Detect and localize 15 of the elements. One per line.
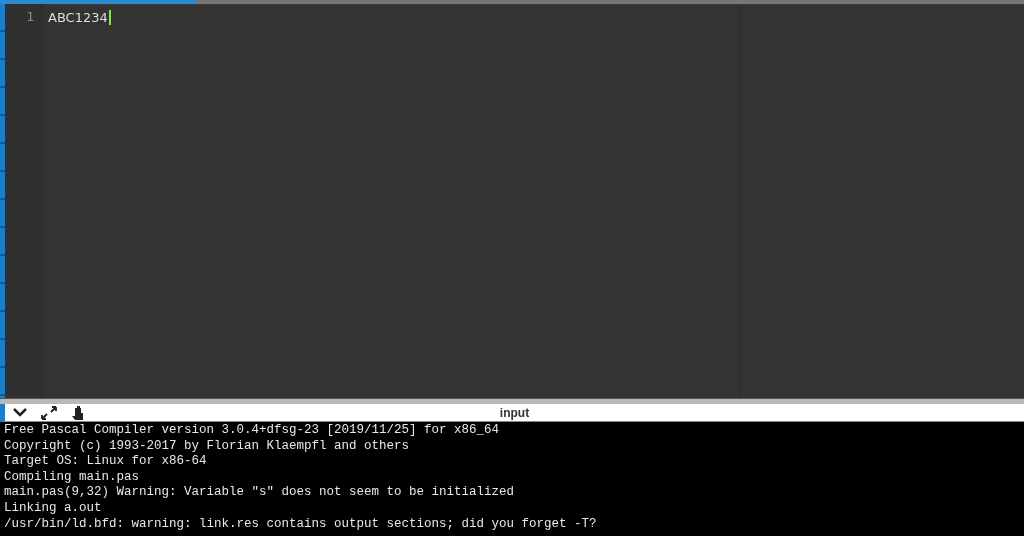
resize-handle[interactable] <box>0 398 1024 404</box>
code-line: ABC1234 <box>48 9 108 26</box>
hand-icon[interactable] <box>71 405 84 420</box>
expand-icon[interactable] <box>41 405 57 420</box>
chevron-down-icon[interactable] <box>13 408 27 417</box>
text-cursor <box>108 10 111 25</box>
console-line: /usr/bin/ld.bfd: warning: link.res contains output sections; did you forget -T? <box>4 516 598 533</box>
console-line: Compiling main.pas <box>4 469 141 486</box>
line-number: 1 <box>25 8 35 25</box>
console-line: Copyright (c) 1993-2017 by Florian Klaempfl and others <box>4 438 411 455</box>
console-line: Free Pascal Compiler version 3.0.4+dfsg-23 [2019/11/25] for x86_64 <box>4 423 501 439</box>
panel-title: input <box>499 405 530 420</box>
console-line: main.pas(9,32) Warning: Variable "s" does not seem to be initialized <box>4 485 516 501</box>
console-line: Target OS: Linux for x86-64 <box>4 454 208 470</box>
console-line: Linking a.out <box>4 500 103 517</box>
